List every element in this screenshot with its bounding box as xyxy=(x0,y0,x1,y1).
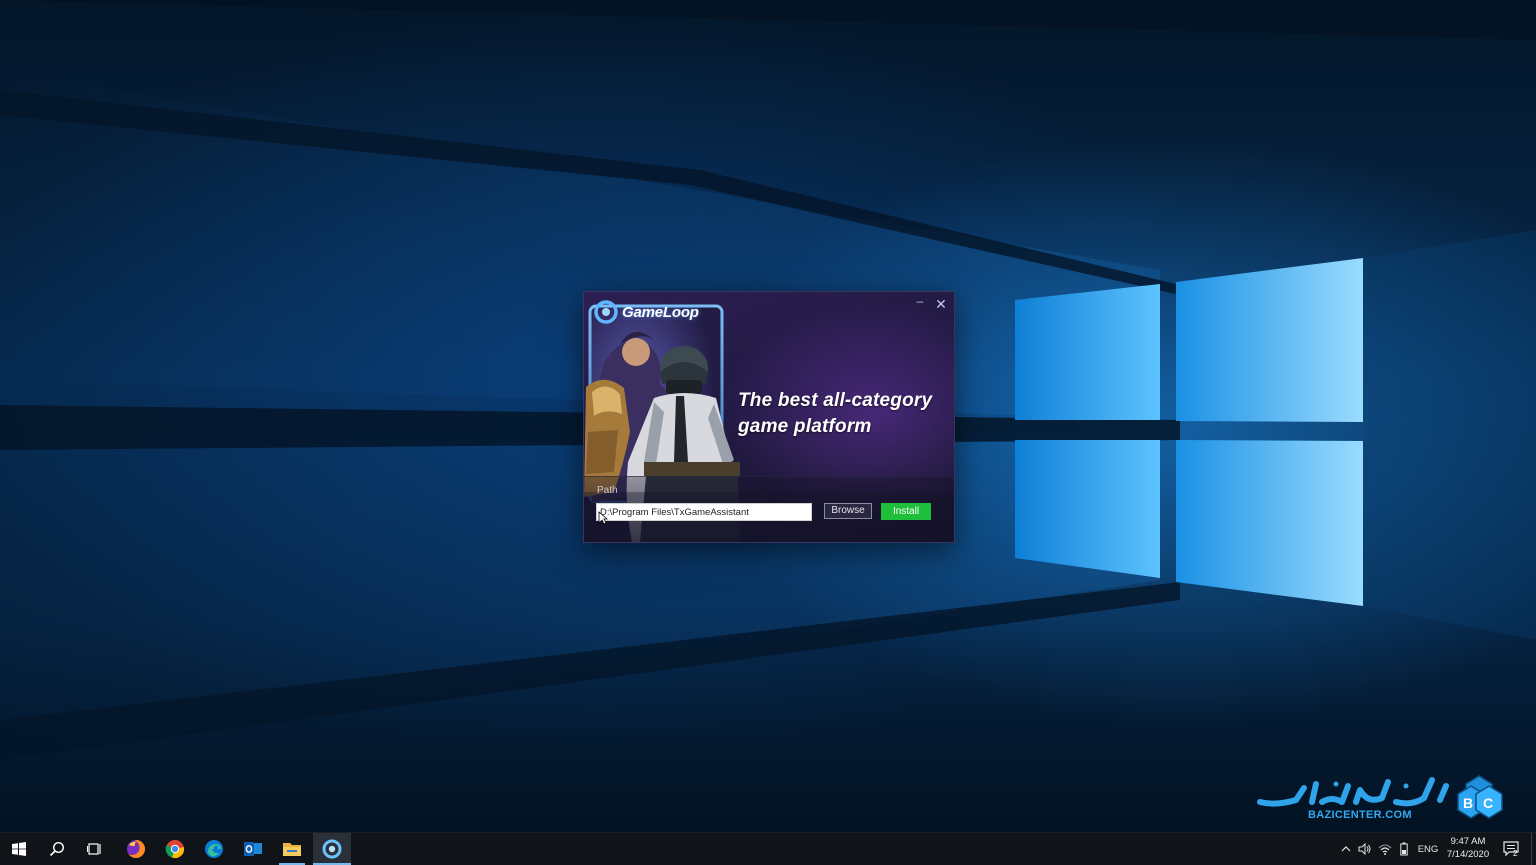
gameloop-installer-window: GameLoop – ✕ The best all-category game … xyxy=(583,291,955,543)
clock-time: 9:47 AM xyxy=(1450,836,1486,847)
firefox-icon xyxy=(127,840,145,858)
taskbar-file-explorer[interactable] xyxy=(273,833,311,865)
install-path-input[interactable] xyxy=(596,503,812,521)
battery-icon xyxy=(1400,842,1408,856)
windows-logo-icon xyxy=(12,842,26,856)
browse-button[interactable]: Browse xyxy=(824,503,872,519)
install-button[interactable]: Install xyxy=(881,503,931,520)
outlook-icon xyxy=(244,842,262,856)
notification-count: 2 xyxy=(1513,849,1518,858)
show-hidden-icons-button[interactable] xyxy=(1338,833,1354,865)
gameloop-logo: GameLoop xyxy=(594,300,699,324)
bazicenter-watermark: BAZICENTER.COM B C xyxy=(1256,772,1506,824)
taskbar-firefox[interactable] xyxy=(117,833,155,865)
svg-text:B: B xyxy=(1463,795,1473,811)
action-center-button[interactable]: 2 xyxy=(1500,833,1524,865)
gameloop-logo-icon xyxy=(594,300,618,324)
chrome-icon xyxy=(165,840,185,859)
clock[interactable]: 9:47 AM 7/14/2020 xyxy=(1442,835,1494,863)
search-icon xyxy=(49,841,65,857)
taskbar-edge[interactable] xyxy=(195,833,233,865)
folder-icon xyxy=(283,843,301,856)
task-view-button[interactable] xyxy=(76,833,114,865)
tagline-line-2: game platform xyxy=(738,416,872,437)
app-name: GameLoop xyxy=(622,303,699,321)
taskbar: ENG 9:47 AM 7/14/2020 2 xyxy=(0,832,1536,865)
svg-text:C: C xyxy=(1483,795,1493,811)
search-button[interactable] xyxy=(38,833,76,865)
notification-icon xyxy=(1503,841,1519,857)
clock-date: 7/14/2020 xyxy=(1446,849,1490,860)
show-desktop-button[interactable] xyxy=(1531,833,1536,865)
task-view-icon xyxy=(87,843,101,855)
taskbar-gameloop[interactable] xyxy=(313,833,351,865)
bazicenter-script-logo-icon xyxy=(1257,777,1449,807)
path-label: Path xyxy=(597,485,618,496)
speaker-icon xyxy=(1358,843,1371,855)
wifi-icon xyxy=(1378,844,1392,855)
tagline: The best all-category game platform xyxy=(738,388,948,440)
bazicenter-badge-icon: B C xyxy=(1457,775,1503,819)
mouse-cursor-icon xyxy=(598,511,608,525)
start-button[interactable] xyxy=(0,833,38,865)
tagline-line-1: The best all-category xyxy=(738,390,933,411)
minimize-button[interactable]: – xyxy=(910,292,930,310)
taskbar-chrome[interactable] xyxy=(156,833,194,865)
taskbar-outlook[interactable] xyxy=(234,833,272,865)
network-button[interactable] xyxy=(1376,833,1394,865)
volume-button[interactable] xyxy=(1356,833,1374,865)
gameloop-icon xyxy=(322,839,342,859)
close-button[interactable]: ✕ xyxy=(931,295,951,313)
watermark-site: BAZICENTER.COM xyxy=(1308,809,1412,821)
edge-icon xyxy=(205,840,223,858)
language-indicator[interactable]: ENG xyxy=(1414,833,1442,865)
battery-button[interactable] xyxy=(1396,833,1412,865)
chevron-up-icon xyxy=(1341,846,1351,852)
